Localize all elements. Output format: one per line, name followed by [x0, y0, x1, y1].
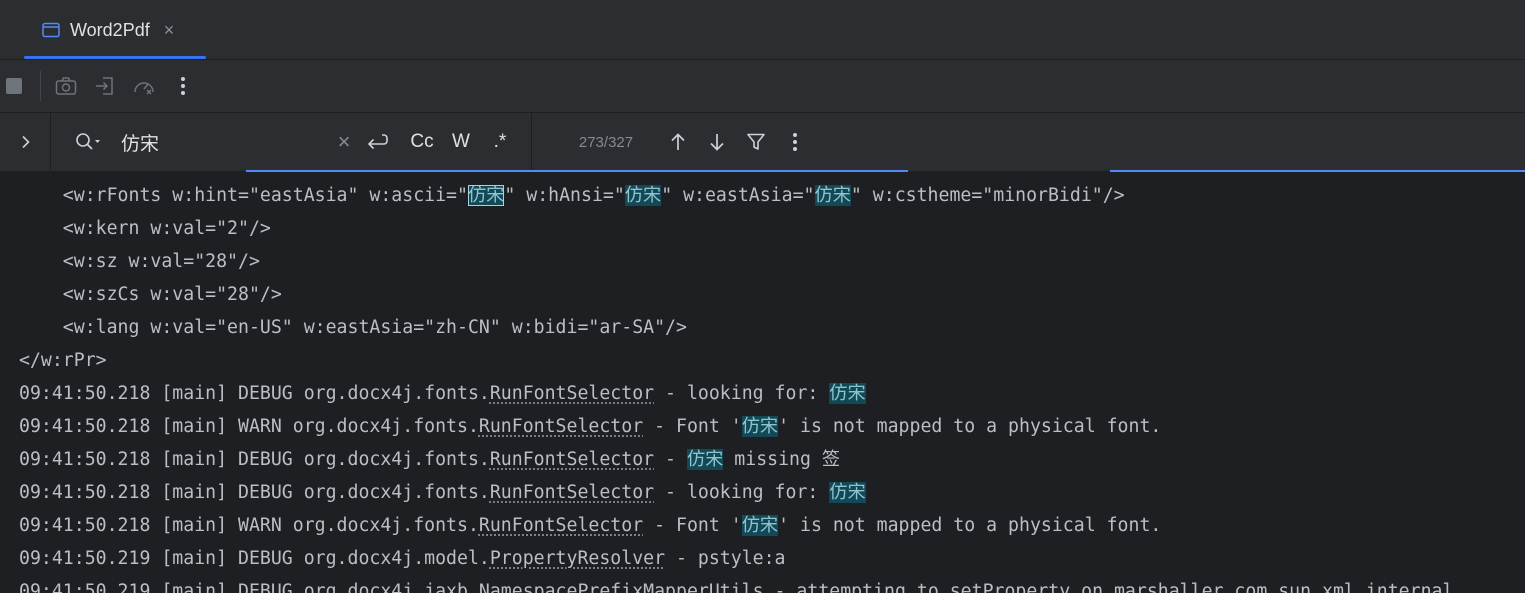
log-text: - looking for: [654, 383, 830, 404]
console-icon [42, 22, 60, 38]
log-text: 09:41:50.218 [main] DEBUG org.docx4j.fon… [19, 482, 490, 503]
log-text: </w:rPr> [19, 350, 107, 371]
match-counter: 273/327 [578, 133, 634, 151]
run-toolbar [0, 60, 1525, 112]
search-match: 仿宋 [624, 185, 662, 206]
camera-icon[interactable] [53, 73, 79, 99]
search-match: 仿宋 [829, 383, 866, 404]
log-text: 09:41:50.218 [main] WARN org.docx4j.font… [19, 416, 479, 437]
log-text: " w:cstheme="minorBidi"/> [850, 185, 1125, 206]
log-line: </w:rPr> [19, 344, 107, 377]
search-match: 仿宋 [741, 416, 779, 437]
log-text: - Font ' [643, 515, 742, 536]
more-vertical-icon[interactable] [170, 73, 196, 99]
class-link[interactable]: RunFontSelector [490, 449, 654, 470]
clear-search-icon[interactable]: × [333, 113, 355, 171]
log-text: - looking for: [654, 482, 830, 503]
log-text: missing 签 [723, 449, 841, 470]
log-line: 09:41:50.218 [main] DEBUG org.docx4j.fon… [19, 476, 866, 509]
find-bar-divider [531, 113, 532, 171]
chevron-right-icon[interactable] [10, 113, 42, 171]
log-text: 09:41:50.218 [main] DEBUG org.docx4j.fon… [19, 383, 490, 404]
log-line: 09:41:50.218 [main] WARN org.docx4j.font… [19, 410, 1161, 443]
log-text: 09:41:50.218 [main] DEBUG org.docx4j.fon… [19, 449, 490, 470]
log-line: <w:szCs w:val="28"/> [19, 278, 282, 311]
log-text: <w:kern w:val="2"/> [19, 218, 271, 239]
tab-close-icon[interactable]: × [164, 20, 175, 41]
search-match: 仿宋 [467, 185, 505, 206]
clipped-link-underline [246, 170, 908, 172]
class-link[interactable]: PropertyResolver [490, 548, 665, 569]
log-text: ' is not mapped to a physical font. [778, 416, 1162, 437]
tab-word2pdf[interactable]: Word2Pdf × [24, 0, 206, 60]
newline-icon[interactable] [364, 113, 390, 171]
log-text: ' is not mapped to a physical font. [778, 515, 1162, 536]
find-bar-divider [50, 113, 51, 171]
log-line: <w:kern w:val="2"/> [19, 212, 271, 245]
search-match: 仿宋 [686, 449, 724, 470]
search-match: 仿宋 [829, 482, 866, 503]
tool-window-tabbar: Word2Pdf × [0, 0, 1525, 60]
log-text: <w:szCs w:val="28"/> [19, 284, 282, 305]
class-link[interactable]: RunFontSelector [490, 482, 654, 503]
stop-icon[interactable] [1, 73, 27, 99]
console-output[interactable]: <w:rFonts w:hint="eastAsia" w:ascii="仿宋"… [0, 170, 1525, 593]
log-text: <w:sz w:val="28"/> [19, 251, 260, 272]
log-text: <w:lang w:val="en-US" w:eastAsia="zh-CN"… [19, 317, 687, 338]
log-text: 09:41:50.218 [main] WARN org.docx4j.font… [19, 515, 479, 536]
class-link[interactable]: RunFontSelector [490, 383, 654, 404]
log-text: - pstyle:a [665, 548, 786, 569]
log-text: <w:rFonts w:hint="eastAsia" w:ascii=" [19, 185, 468, 206]
tab-title: Word2Pdf [70, 19, 150, 40]
find-bar: 仿宋 × Cc W .* 273/327 [0, 112, 1525, 171]
clipped-link-underline [1110, 170, 1525, 172]
log-text: " w:hAnsi=" [504, 185, 625, 206]
log-line: 09:41:50.218 [main] WARN org.docx4j.font… [19, 509, 1161, 542]
whole-words-toggle[interactable]: W [447, 113, 475, 171]
search-icon[interactable] [72, 113, 104, 171]
regex-toggle[interactable]: .* [485, 113, 515, 171]
log-text: - [654, 449, 687, 470]
log-text: 09:41:50.219 [main] DEBUG org.docx4j.mod… [19, 548, 490, 569]
search-match: 仿宋 [814, 185, 851, 206]
class-link[interactable]: RunFontSelector [479, 416, 643, 437]
log-text: - Font ' [643, 416, 742, 437]
log-line: 09:41:50.219 [main] DEBUG org.docx4j.jax… [19, 575, 1453, 593]
log-line: 09:41:50.218 [main] DEBUG org.docx4j.fon… [19, 377, 866, 410]
toolbar-divider [40, 71, 41, 101]
log-line: <w:sz w:val="28"/> [19, 245, 260, 278]
class-link[interactable]: RunFontSelector [479, 515, 643, 536]
log-line: 09:41:50.218 [main] DEBUG org.docx4j.fon… [19, 443, 840, 476]
log-text: " w:eastAsia=" [661, 185, 815, 206]
log-text: 09:41:50.219 [main] DEBUG org.docx4j.jax… [19, 581, 1454, 593]
match-case-toggle[interactable]: Cc [405, 113, 439, 171]
log-line: <w:rFonts w:hint="eastAsia" w:ascii="仿宋"… [19, 179, 1125, 212]
more-vertical-icon[interactable] [783, 113, 807, 171]
arrow-up-icon[interactable] [665, 113, 691, 171]
log-line: 09:41:50.219 [main] DEBUG org.docx4j.mod… [19, 542, 786, 575]
search-input[interactable]: 仿宋 [121, 113, 321, 171]
gauge-icon[interactable] [131, 73, 157, 99]
filter-icon[interactable] [743, 113, 769, 171]
search-match: 仿宋 [741, 515, 779, 536]
search-query: 仿宋 [121, 133, 160, 155]
active-tab-indicator [24, 56, 206, 59]
arrow-down-icon[interactable] [704, 113, 730, 171]
log-line: <w:lang w:val="en-US" w:eastAsia="zh-CN"… [19, 311, 687, 344]
import-icon[interactable] [92, 73, 118, 99]
